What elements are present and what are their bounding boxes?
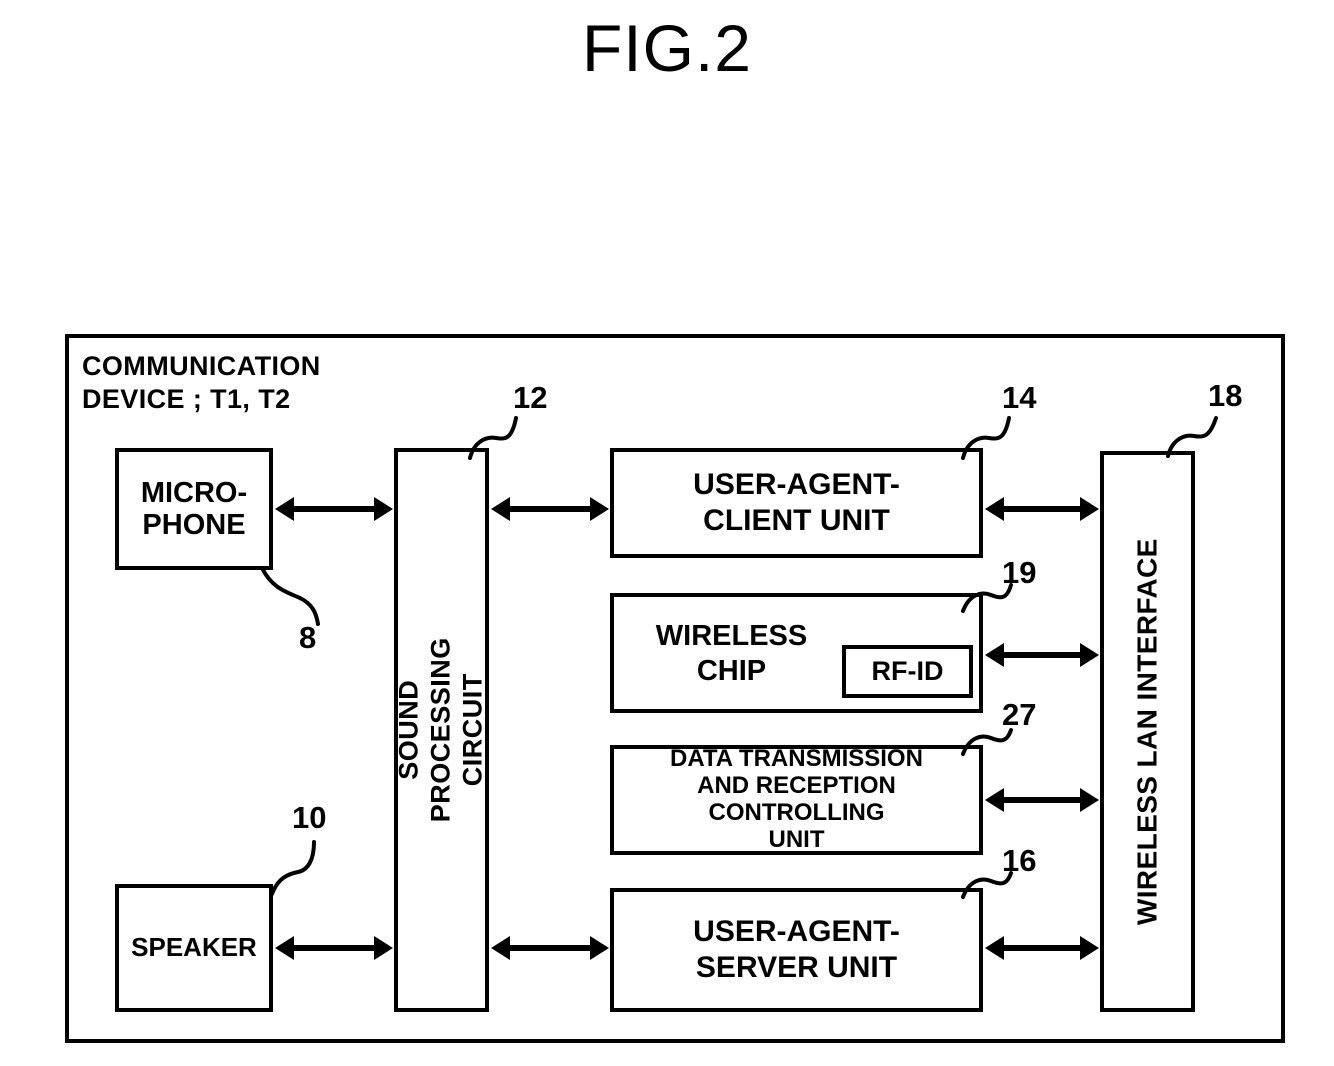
block-wireless-lan-interface: WIRELESS LAN INTERFACE xyxy=(1100,451,1195,1012)
arrow-speaker-to-sound-circuit xyxy=(275,936,393,960)
arrow-sound-circuit-to-uas xyxy=(491,936,609,960)
block-user-agent-server-unit-label: USER-AGENT- SERVER UNIT xyxy=(693,915,900,984)
leader-line-uac xyxy=(961,416,1011,460)
ref-numeral-27: 27 xyxy=(1002,697,1037,732)
arrow-sound-circuit-to-uac xyxy=(491,497,609,521)
ref-numeral-14: 14 xyxy=(1002,380,1037,415)
block-user-agent-server-unit: USER-AGENT- SERVER UNIT xyxy=(610,888,983,1012)
figure-title: FIG.2 xyxy=(581,11,753,85)
block-speaker: SPEAKER xyxy=(115,884,273,1012)
block-user-agent-client-unit: USER-AGENT- CLIENT UNIT xyxy=(610,448,983,558)
arrow-data-ctrl-to-wlan xyxy=(985,788,1099,812)
block-speaker-label: SPEAKER xyxy=(131,932,257,963)
leader-line-data-ctrl xyxy=(961,728,1013,756)
leader-line-wlan xyxy=(1166,416,1218,458)
leader-line-microphone xyxy=(260,566,320,626)
leader-line-wireless-chip xyxy=(961,583,1013,613)
block-data-transmission-and-reception-controlling-unit-label: DATA TRANSMISSION AND RECEPTION CONTROLL… xyxy=(670,745,923,853)
block-user-agent-client-unit-label: USER-AGENT- CLIENT UNIT xyxy=(693,468,900,537)
ref-numeral-18: 18 xyxy=(1208,378,1243,413)
figure-page: FIG.2 COMMUNICATION DEVICE ; T1, T2 MICR… xyxy=(0,0,1334,1066)
leader-line-uas xyxy=(961,871,1013,899)
block-wireless-chip-label: WIRELESS CHIP xyxy=(655,620,808,687)
arrow-uac-to-wlan xyxy=(985,497,1099,521)
ref-numeral-12: 12 xyxy=(513,380,548,415)
block-sound-processing-circuit: SOUND PROCESSING CIRCUIT xyxy=(394,448,489,1012)
block-rf-id: RF-ID xyxy=(842,645,973,698)
block-wireless-chip: WIRELESS CHIP RF-ID xyxy=(610,593,983,713)
ref-numeral-10: 10 xyxy=(292,800,327,835)
communication-device-caption: COMMUNICATION DEVICE ; T1, T2 xyxy=(82,351,321,414)
block-microphone: MICRO- PHONE xyxy=(115,448,273,570)
block-wireless-lan-interface-label: WIRELESS LAN INTERFACE xyxy=(1131,538,1163,925)
block-data-transmission-and-reception-controlling-unit: DATA TRANSMISSION AND RECEPTION CONTROLL… xyxy=(610,745,983,855)
arrow-uas-to-wlan xyxy=(985,936,1099,960)
leader-line-speaker xyxy=(270,840,316,896)
leader-line-sound-circuit xyxy=(468,416,518,460)
arrow-microphone-to-sound-circuit xyxy=(275,497,393,521)
block-sound-processing-circuit-label: SOUND PROCESSING CIRCUIT xyxy=(393,637,488,823)
block-rf-id-label: RF-ID xyxy=(871,656,944,687)
block-microphone-label: MICRO- PHONE xyxy=(140,476,248,541)
arrow-wireless-chip-to-wlan xyxy=(985,643,1099,667)
